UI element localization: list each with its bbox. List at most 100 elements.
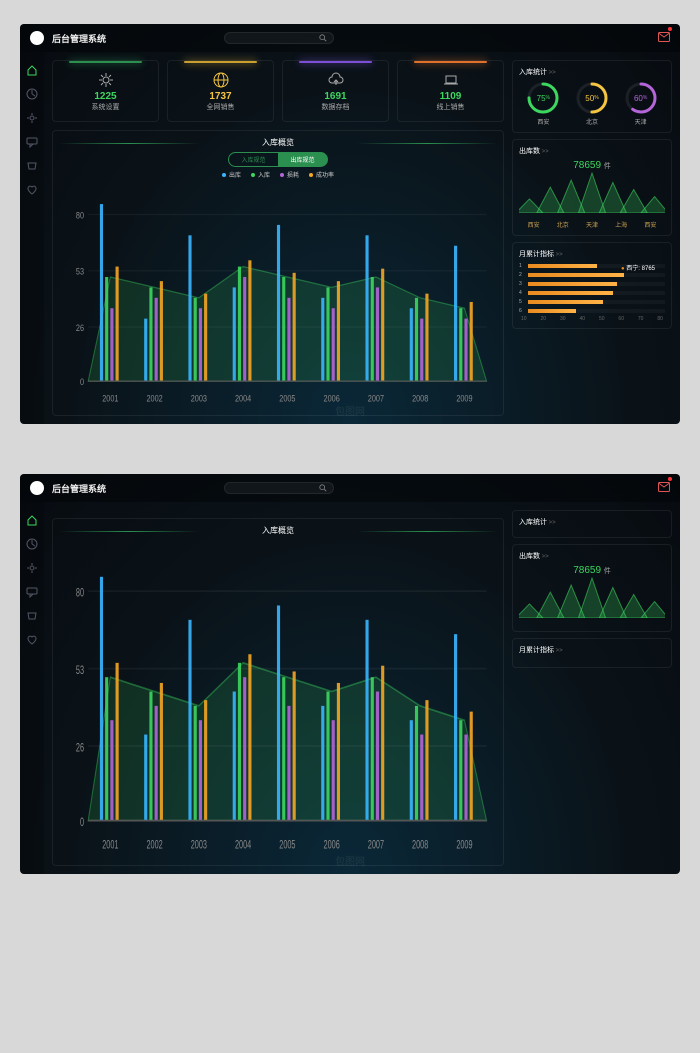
- in-stats-title: 入库统计: [519, 517, 665, 527]
- svg-text:53: 53: [76, 664, 84, 677]
- hbar-row: 3: [519, 281, 665, 287]
- xtick: 30: [560, 316, 566, 322]
- kpi-row: 1225 系统设置 1737 全网销售 1691 数据存档 1109 线上销售: [52, 60, 504, 122]
- mountain-labels: 西安北京天津上海西安: [519, 220, 665, 229]
- kpi-card-globe[interactable]: 1737 全网销售: [167, 60, 274, 122]
- rings-row: 75% 西安 50% 北京 60% 天津: [519, 81, 665, 126]
- sidebar-item-settings[interactable]: [26, 112, 38, 124]
- svg-text:2004: 2004: [235, 839, 252, 852]
- sidebar-item-chat[interactable]: [26, 586, 38, 598]
- xtick: 10: [521, 316, 527, 322]
- svg-text:2001: 2001: [102, 394, 119, 404]
- mail-icon[interactable]: [658, 479, 670, 497]
- ring-北京: 50% 北京: [575, 81, 609, 126]
- tab-1[interactable]: 出库规范: [279, 152, 328, 167]
- hbar-row: 5: [519, 299, 665, 305]
- city-label: 天津: [586, 220, 598, 229]
- mountain-chart: [519, 171, 665, 213]
- kpi-card-gear[interactable]: 1225 系统设置: [52, 60, 159, 122]
- ring-西安: 75% 西安: [526, 81, 560, 126]
- city-label: 西安: [644, 220, 656, 229]
- svg-text:2006: 2006: [324, 839, 341, 852]
- main-chart-panel: 入库概览 入库规范出库规范 出库入库损耗成功率 0265380200120022…: [52, 130, 504, 416]
- svg-text:2006: 2006: [324, 394, 341, 404]
- app-title: 后台管理系统: [52, 32, 106, 45]
- xtick: 60: [618, 316, 624, 322]
- notification-dot: [668, 477, 672, 481]
- svg-text:26: 26: [76, 323, 85, 333]
- search-input[interactable]: [224, 32, 334, 44]
- out-stats-value: 78659 件: [519, 565, 665, 576]
- svg-text:2002: 2002: [146, 839, 163, 852]
- kpi-value: 1109: [440, 91, 462, 102]
- svg-text:2003: 2003: [191, 394, 208, 404]
- hbar-row: 4: [519, 290, 665, 296]
- city-label: 西安: [528, 220, 540, 229]
- sidebar-item-home[interactable]: [26, 64, 38, 76]
- search-input[interactable]: [224, 482, 334, 494]
- app-logo: [30, 481, 44, 495]
- sidebar-item-analytics[interactable]: [26, 88, 38, 100]
- svg-text:2005: 2005: [279, 394, 296, 404]
- kpi-value: 1225: [94, 91, 116, 102]
- in-stats-panel: 入库统计: [512, 510, 672, 538]
- app-logo: [30, 31, 44, 45]
- sidebar-item-cart[interactable]: [26, 160, 38, 172]
- app-title: 后台管理系统: [52, 482, 106, 495]
- chart-title: 入库概览: [59, 525, 497, 536]
- hbar-annotation: ● 西宁: 8765: [621, 263, 655, 272]
- out-stats-panel: 出库数 78659 件 西安北京天津上海西安: [512, 139, 672, 236]
- topbar: 后台管理系统: [20, 24, 680, 52]
- svg-text:2008: 2008: [412, 394, 429, 404]
- tab-0[interactable]: 入库规范: [228, 152, 278, 167]
- svg-text:2003: 2003: [191, 839, 208, 852]
- monthly-title: 月累计指标: [519, 249, 665, 259]
- sidebar-item-cart[interactable]: [26, 610, 38, 622]
- sidebar-item-home[interactable]: [26, 514, 38, 526]
- monthly-panel: 月累计指标 ● 西宁: 8765 123456 1020304050607080: [512, 242, 672, 329]
- xtick: 80: [657, 316, 663, 322]
- svg-text:2008: 2008: [412, 839, 429, 852]
- out-stats-title: 出库数: [519, 146, 665, 156]
- kpi-label: 数据存档: [322, 102, 350, 112]
- mountain-chart: [519, 576, 665, 618]
- legend-item: 入库: [251, 170, 270, 179]
- chart-tabs: 入库规范出库规范: [59, 152, 497, 167]
- sidebar-item-settings[interactable]: [26, 562, 38, 574]
- kpi-card-laptop[interactable]: 1109 线上销售: [397, 60, 504, 122]
- kpi-value: 1737: [209, 91, 231, 102]
- svg-text:0: 0: [80, 816, 84, 829]
- svg-text:2002: 2002: [146, 394, 163, 404]
- kpi-label: 线上销售: [437, 102, 465, 112]
- ring-天津: 60% 天津: [624, 81, 658, 126]
- mail-icon[interactable]: [658, 29, 670, 47]
- out-stats-value: 78659 件: [519, 160, 665, 171]
- sidebar-item-favorite[interactable]: [26, 184, 38, 196]
- chart-title: 入库概览: [59, 137, 497, 148]
- xtick: 20: [540, 316, 546, 322]
- svg-text:2005: 2005: [279, 839, 296, 852]
- in-stats-title: 入库统计: [519, 67, 665, 77]
- sidebar-item-chat[interactable]: [26, 136, 38, 148]
- xtick: 40: [579, 316, 585, 322]
- svg-text:2007: 2007: [368, 394, 385, 404]
- globe-icon: [212, 71, 230, 89]
- out-stats-panel: 出库数 78659 件: [512, 544, 672, 632]
- svg-text:26: 26: [76, 742, 84, 755]
- legend-item: 出库: [222, 170, 241, 179]
- topbar: 后台管理系统: [20, 474, 680, 502]
- svg-text:0: 0: [80, 377, 84, 387]
- sidebar: [20, 502, 44, 874]
- xtick: 50: [599, 316, 605, 322]
- sidebar-item-favorite[interactable]: [26, 634, 38, 646]
- search-icon: [319, 34, 327, 42]
- svg-text:2001: 2001: [102, 839, 119, 852]
- city-label: 北京: [557, 220, 569, 229]
- svg-text:2004: 2004: [235, 394, 252, 404]
- svg-text:80: 80: [76, 211, 85, 221]
- hbar-chart: ● 西宁: 8765 123456: [519, 263, 665, 314]
- kpi-card-cloud[interactable]: 1691 数据存档: [282, 60, 389, 122]
- legend-item: 成功率: [309, 170, 334, 179]
- sidebar-item-analytics[interactable]: [26, 538, 38, 550]
- gear-icon: [97, 71, 115, 89]
